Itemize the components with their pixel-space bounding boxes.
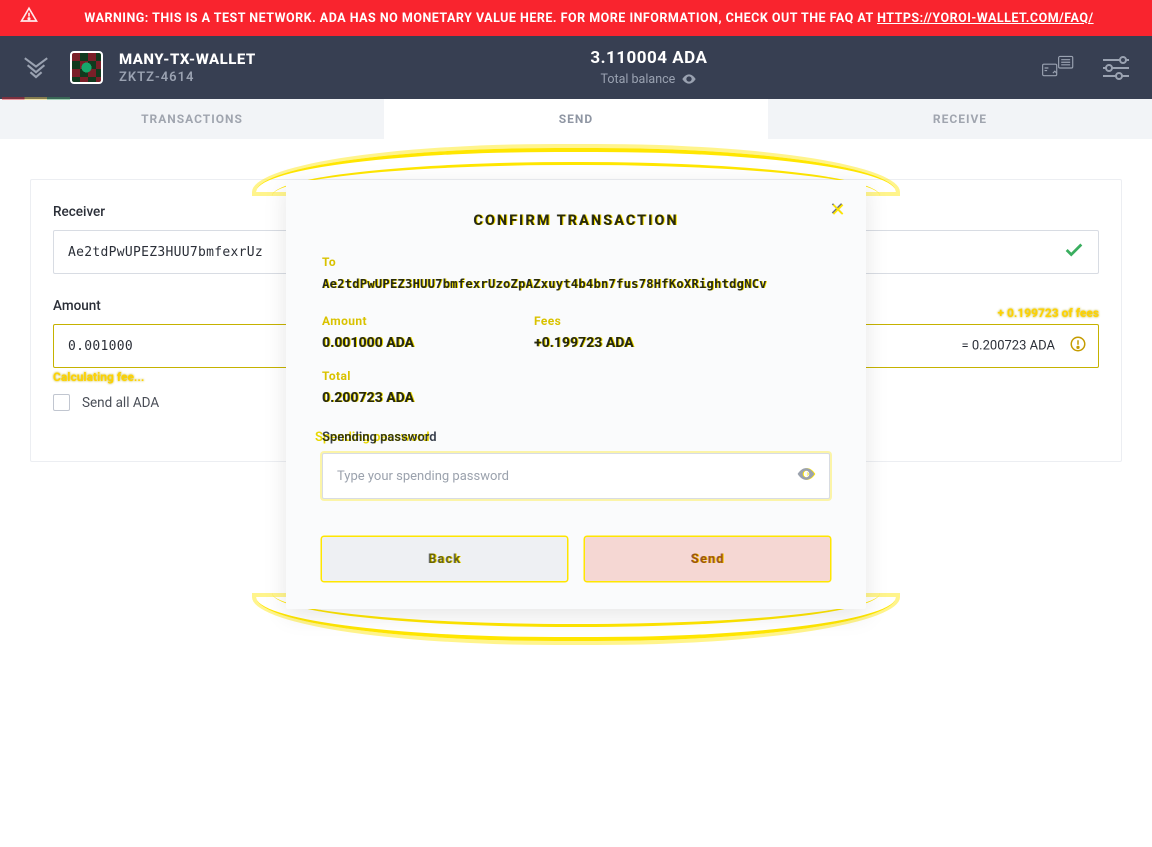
eye-icon[interactable]	[796, 464, 816, 488]
to-address: Ae2tdPwUPEZ3HUU7bmfexrUzoZpAZxuyt4b4bn7f…	[322, 277, 767, 291]
to-label: To	[322, 255, 838, 269]
modal-amount-value: 0.001000 ADA	[322, 335, 414, 351]
modal-amount-label: Amount	[322, 314, 414, 328]
back-button[interactable]: Back	[322, 537, 567, 581]
spending-password-input[interactable]	[322, 453, 830, 499]
modal-total-value: 0.200723 ADA	[322, 390, 414, 406]
modal-fees-value: +0.199723 ADA	[534, 335, 634, 351]
modal-total-label: Total	[322, 369, 830, 383]
modal-fees-label: Fees	[534, 314, 634, 328]
confirm-transaction-modal: CONFIRM TRANSACTION To Ae2tdPwUPEZ3HUU7b…	[286, 180, 866, 609]
send-button[interactable]: Send	[585, 537, 830, 581]
modal-backdrop: CONFIRM TRANSACTION To Ae2tdPwUPEZ3HUU7b…	[0, 0, 1152, 847]
spending-password-label: Spending password	[314, 430, 445, 453]
modal-title: CONFIRM TRANSACTION	[314, 212, 838, 229]
